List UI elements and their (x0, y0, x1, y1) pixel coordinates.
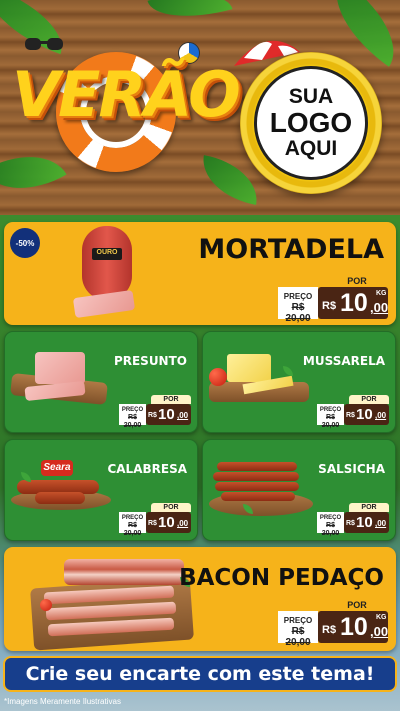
currency: R$ (346, 520, 355, 527)
calabresa-slices (35, 492, 85, 504)
salsicha-image (213, 472, 299, 481)
salsicha-image (215, 482, 299, 491)
price-tag: POR PREÇO R$ 20,00 R$ 10 ,00 (119, 395, 191, 429)
preco-label: PREÇO (319, 515, 342, 521)
product-card-mussarela: MUSSARELA POR PREÇO R$ 20,00 R$ 10 ,00 (202, 331, 396, 433)
salsicha-image (217, 462, 297, 471)
por-label: POR (349, 395, 389, 404)
currency: R$ (322, 624, 337, 636)
old-price-box: PREÇO R$ 20,00 (317, 404, 344, 429)
product-card-bacon: BACON PEDAÇO POR PREÇO R$ 20,00 R$ 10 ,0… (4, 547, 396, 651)
product-name: PRESUNTO (113, 354, 187, 368)
disclaimer-text: *Imagens Meramente Ilustrativas (4, 697, 121, 706)
currency: R$ (346, 412, 355, 419)
sunglasses-icon (25, 38, 63, 50)
price-tag: POR PREÇO R$ 20,00 R$ 10 ,00 KG (278, 599, 388, 648)
preco-label: PREÇO (121, 515, 144, 521)
logo-line: LOGO (269, 107, 353, 139)
price-tag: POR PREÇO R$ 20,00 R$ 10 ,00 (317, 503, 389, 537)
old-price: R$ 20,00 (123, 522, 142, 537)
old-price-box: PREÇO R$ 20,00 (278, 287, 318, 324)
mortadela-slices (72, 289, 136, 319)
price-decimal: ,00 (177, 519, 189, 528)
por-label: POR (151, 503, 191, 512)
new-price-box: R$ 10 ,00 KG (318, 287, 388, 319)
price-tag: POR PREÇO R$ 20,00 R$ 10 ,00 (317, 395, 389, 429)
mussarela-image (227, 354, 271, 382)
price-integer: 10 (356, 514, 373, 531)
cta-banner[interactable]: Crie seu encarte com este tema! (3, 656, 397, 692)
brand-logo: Seara (41, 460, 73, 476)
old-price-box: PREÇO R$ 20,00 (278, 611, 318, 648)
old-price-box: PREÇO R$ 20,00 (317, 512, 344, 537)
price-integer: 10 (158, 406, 175, 423)
price-integer: 10 (158, 514, 175, 531)
presunto-image (35, 352, 85, 384)
discount-badge: -50% (10, 228, 40, 258)
season-title: VERÃO (12, 58, 241, 131)
palm-leaf-decoration (147, 0, 233, 30)
palm-leaf-decoration (0, 135, 67, 210)
old-price: R$ 20,00 (321, 522, 340, 537)
product-name: BACON PEDAÇO (179, 565, 384, 591)
product-card-salsicha: SALSICHA POR PREÇO R$ 20,00 R$ 10 ,00 (202, 439, 396, 541)
old-price-box: PREÇO R$ 20,00 (119, 512, 146, 537)
currency: R$ (322, 300, 337, 312)
preco-label: PREÇO (283, 292, 313, 301)
header-banner: VERÃO SUA LOGO AQUI (0, 0, 400, 215)
new-price-box: R$ 10 ,00 (344, 404, 389, 425)
product-name: CALABRESA (107, 462, 187, 476)
currency: R$ (148, 412, 157, 419)
old-price-box: PREÇO R$ 20,00 (119, 404, 146, 429)
new-price-box: R$ 10 ,00 KG (318, 611, 388, 643)
por-label: POR (349, 503, 389, 512)
por-label: POR (326, 599, 388, 611)
price-decimal: ,00 (375, 519, 387, 528)
herb-leaf (283, 366, 293, 376)
price-unit: KG (376, 614, 387, 621)
new-price-box: R$ 10 ,00 (344, 512, 389, 533)
por-label: POR (326, 275, 388, 287)
logo-placeholder: SUA LOGO AQUI (254, 66, 368, 180)
preco-label: PREÇO (283, 616, 313, 625)
price-tag: POR PREÇO R$ 20,00 R$ 10 ,00 (119, 503, 191, 537)
new-price-box: R$ 10 ,00 (146, 404, 191, 425)
price-decimal: ,00 (375, 411, 387, 420)
product-card-mortadela: -50% OURO MORTADELA POR PREÇO R$ 20,00 R… (4, 222, 396, 325)
old-price: R$ 20,00 (321, 414, 340, 429)
price-integer: 10 (340, 613, 368, 641)
price-tag: POR PREÇO R$ 20,00 R$ 10 ,00 KG (278, 275, 388, 324)
price-decimal: ,00 (177, 411, 189, 420)
mortadela-image: OURO (82, 226, 132, 300)
brand-label: OURO (96, 249, 118, 256)
currency: R$ (148, 520, 157, 527)
salsicha-image (221, 492, 295, 501)
logo-line: AQUI (284, 136, 338, 160)
tomato-icon (209, 368, 227, 386)
price-unit: KG (376, 290, 387, 297)
product-name: MUSSARELA (302, 354, 385, 368)
product-name: SALSICHA (318, 462, 385, 476)
price-integer: 10 (340, 289, 368, 317)
tomato-icon (40, 599, 52, 611)
product-name: MORTADELA (198, 234, 384, 265)
old-price: R$ 20,00 (285, 302, 311, 324)
old-price: R$ 20,00 (285, 626, 311, 648)
price-integer: 10 (356, 406, 373, 423)
bacon-image (64, 559, 184, 585)
product-card-presunto: PRESUNTO POR PREÇO R$ 20,00 R$ 10 ,00 (4, 331, 198, 433)
old-price: R$ 20,00 (123, 414, 142, 429)
new-price-box: R$ 10 ,00 (146, 512, 191, 533)
preco-label: PREÇO (121, 407, 144, 413)
price-decimal: ,00 (370, 300, 389, 315)
price-decimal: ,00 (370, 624, 389, 639)
product-card-calabresa: Seara CALABRESA POR PREÇO R$ 20,00 R$ 10… (4, 439, 198, 541)
por-label: POR (151, 395, 191, 404)
preco-label: PREÇO (319, 407, 342, 413)
logo-line: SUA (288, 85, 334, 109)
